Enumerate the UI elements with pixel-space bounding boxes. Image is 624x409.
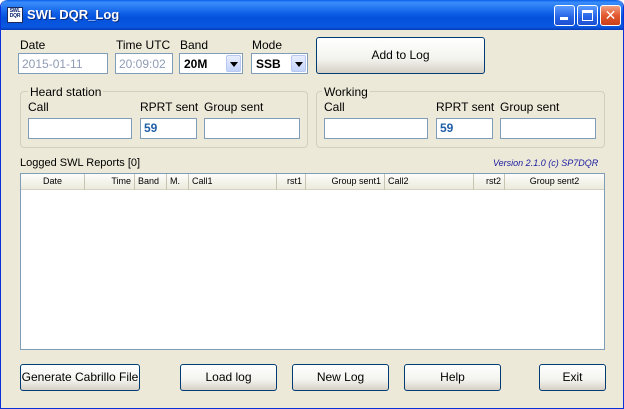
date-label: Date xyxy=(20,38,46,52)
heard-station-title: Heard station xyxy=(28,85,104,99)
heard-rprt-input[interactable]: 59 xyxy=(140,118,197,139)
working-group-label: Group sent xyxy=(500,100,560,114)
working-group-input[interactable] xyxy=(500,118,596,139)
log-list-header: Date Time Band M. Call1 rst1 Group sent1… xyxy=(21,174,604,190)
log-list[interactable]: Date Time Band M. Call1 rst1 Group sent1… xyxy=(20,173,605,350)
close-icon: ✕ xyxy=(604,7,617,23)
heard-group-label: Group sent xyxy=(204,100,264,114)
close-button[interactable]: ✕ xyxy=(600,5,621,26)
heard-call-label: Call xyxy=(28,100,49,114)
generate-cabrillo-button[interactable]: Generate Cabrillo File xyxy=(20,364,140,391)
maximize-icon xyxy=(582,10,593,21)
chevron-down-icon[interactable] xyxy=(291,55,306,72)
column-header-group-sent1[interactable]: Group sent1 xyxy=(306,174,385,190)
app-icon[interactable]: SWL DQR xyxy=(7,7,23,23)
working-rprt-input[interactable]: 59 xyxy=(436,118,493,139)
window-title: SWL DQR_Log xyxy=(27,7,120,22)
column-header-rst2[interactable]: rst2 xyxy=(474,174,505,190)
mode-label: Mode xyxy=(252,38,283,52)
load-log-button[interactable]: Load log xyxy=(180,364,277,391)
working-call-label: Call xyxy=(324,100,345,114)
column-header-call1[interactable]: Call1 xyxy=(189,174,277,190)
column-header-date[interactable]: Date xyxy=(21,174,85,190)
working-call-input[interactable] xyxy=(324,118,428,139)
working-title: Working xyxy=(322,85,370,99)
log-title: Logged SWL Reports [0] xyxy=(20,157,141,169)
column-header-mode[interactable]: M. xyxy=(167,174,189,190)
column-header-call2[interactable]: Call2 xyxy=(385,174,474,190)
column-header-group-sent2[interactable]: Group sent2 xyxy=(505,174,604,190)
time-field: 20:09:02 xyxy=(115,53,173,74)
band-value: 20M xyxy=(184,57,208,71)
main-window: SWL DQR SWL DQR_Log ✕ Date 2015-01-11 Ti… xyxy=(0,0,624,409)
working-rprt-label: RPRT sent xyxy=(436,100,495,114)
column-header-band[interactable]: Band xyxy=(135,174,167,190)
heard-call-input[interactable] xyxy=(28,118,132,139)
column-header-time[interactable]: Time xyxy=(85,174,135,190)
minimize-icon xyxy=(560,17,568,20)
chevron-down-icon[interactable] xyxy=(226,55,241,72)
time-label: Time UTC xyxy=(116,38,171,52)
mode-value: SSB xyxy=(256,57,281,71)
exit-button[interactable]: Exit xyxy=(539,364,606,391)
version-label: Version 2.1.0 (c) SP7DQR xyxy=(493,158,599,168)
minimize-button[interactable] xyxy=(554,5,575,26)
column-header-rst1[interactable]: rst1 xyxy=(277,174,306,190)
band-label: Band xyxy=(180,38,209,52)
heard-rprt-label: RPRT sent xyxy=(140,100,199,114)
add-to-log-button[interactable]: Add to Log xyxy=(316,37,485,74)
help-button[interactable]: Help xyxy=(404,364,501,391)
band-select[interactable]: 20M xyxy=(179,53,243,74)
maximize-button[interactable] xyxy=(577,5,598,26)
new-log-button[interactable]: New Log xyxy=(292,364,389,391)
date-field: 2015-01-11 xyxy=(18,53,108,74)
heard-group-input[interactable] xyxy=(204,118,300,139)
mode-select[interactable]: SSB xyxy=(251,53,308,74)
title-bar[interactable]: SWL DQR SWL DQR_Log ✕ xyxy=(1,0,623,30)
